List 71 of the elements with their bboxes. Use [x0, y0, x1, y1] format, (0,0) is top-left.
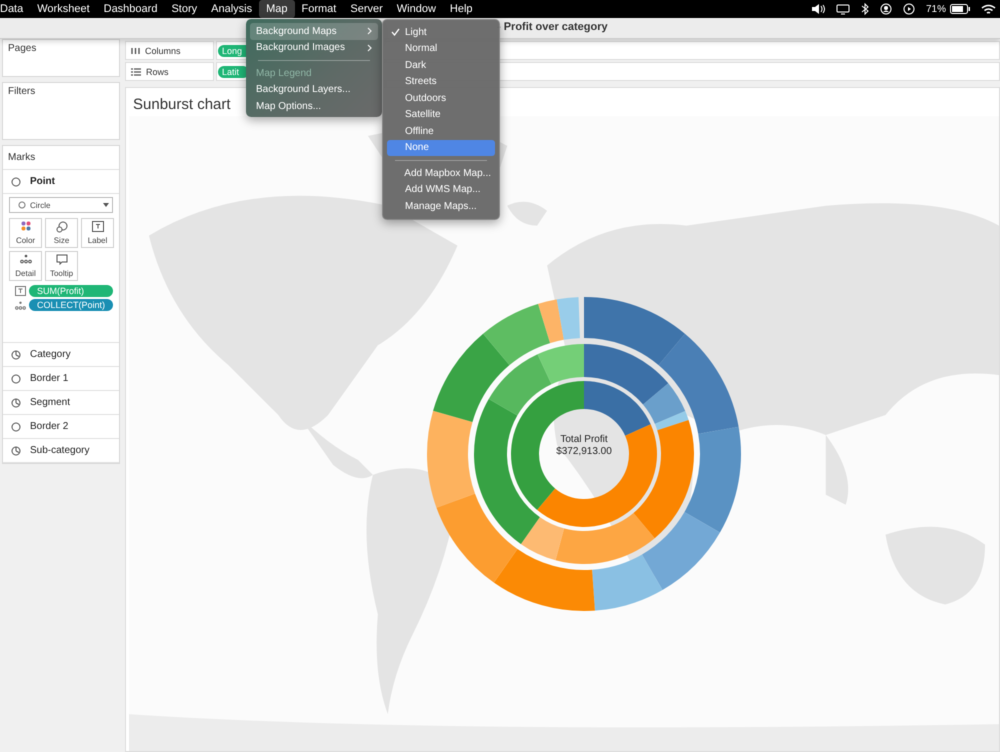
menu-bar-item[interactable]: Dashboard — [96, 0, 164, 18]
card-label: Pages — [7, 42, 38, 56]
volume-icon[interactable] — [810, 4, 825, 14]
menu-bar-item[interactable]: Window — [390, 0, 443, 18]
sheet-title: Sunburst chart — [132, 95, 231, 115]
menu-item[interactable]: Add Mapbox Map... — [387, 165, 495, 182]
display-icon[interactable] — [836, 4, 850, 14]
rows-icon — [131, 68, 141, 76]
wifi-icon[interactable] — [981, 4, 996, 14]
marks-button[interactable]: Size — [45, 218, 78, 248]
menu-bar-item[interactable]: Worksheet — [30, 0, 97, 18]
marks-button[interactable]: Color — [9, 218, 42, 248]
battery-percent: 71% — [926, 4, 946, 14]
menu-item[interactable]: Streets — [387, 74, 495, 90]
marks-layer[interactable]: Category — [3, 343, 119, 367]
card-label: Marks — [7, 151, 36, 165]
menu-item[interactable]: Map Options... — [250, 98, 378, 114]
menu-item[interactable]: None — [387, 140, 495, 156]
label-icon — [15, 286, 26, 296]
menu-item[interactable]: Offline — [387, 123, 495, 140]
mark-shape-dropdown[interactable]: Circle — [9, 197, 113, 213]
marks-layer[interactable]: Sub-category — [3, 439, 119, 463]
marks-button[interactable]: Detail — [9, 251, 42, 281]
battery-icon[interactable] — [950, 4, 970, 14]
marks-layer[interactable]: Border 2 — [3, 415, 119, 439]
columns-icon — [131, 46, 140, 54]
marks-layer[interactable]: Segment — [3, 391, 119, 415]
marks-button[interactable]: Label — [81, 218, 114, 248]
menu-item[interactable]: Satellite — [387, 106, 495, 123]
tooltip-icon — [56, 254, 68, 265]
shelf-label: Columns — [125, 41, 214, 60]
menu-item[interactable]: Background Layers... — [250, 82, 378, 98]
menu-item[interactable]: Outdoors — [387, 90, 495, 106]
menu-item[interactable]: Normal — [387, 40, 495, 57]
detail-icon — [20, 254, 32, 264]
bluetooth-icon[interactable] — [860, 3, 869, 15]
detail-icon — [15, 300, 26, 310]
menu-item[interactable]: Background Images — [250, 40, 378, 56]
play-icon[interactable] — [902, 3, 915, 15]
marks-layer[interactable]: Border 1 — [3, 367, 119, 391]
circle-icon — [11, 176, 21, 186]
pie-icon — [11, 350, 21, 360]
color-dots-icon — [20, 221, 30, 231]
menu-bar-item[interactable]: Format — [294, 0, 344, 18]
menu-item[interactable]: Background Maps — [250, 23, 378, 40]
marks-button[interactable]: Tooltip — [45, 251, 78, 281]
caret-icon — [103, 203, 109, 207]
chart-center-title: Total Profit — [560, 434, 608, 445]
size-icon — [56, 221, 68, 233]
circle-icon — [11, 422, 21, 432]
menu-bar-item[interactable]: Server — [343, 0, 390, 18]
chart-center-value: $372,913.00 — [556, 446, 612, 457]
pie-icon — [11, 446, 21, 456]
menu-item[interactable]: Add WMS Map... — [387, 182, 495, 198]
menu-bar-item[interactable]: Analysis — [204, 0, 260, 18]
field-pill[interactable]: COLLECT(Point) — [28, 299, 113, 311]
circle-icon — [18, 201, 26, 209]
menu-bar-item[interactable]: Data — [0, 0, 30, 18]
menu-bar-item[interactable]: Map — [259, 0, 295, 18]
menu-item[interactable]: Light — [387, 24, 495, 40]
pie-icon — [11, 398, 21, 408]
menu-bar-item[interactable]: Help — [442, 0, 480, 18]
shelf-label: Rows — [125, 62, 214, 81]
user-icon[interactable] — [880, 3, 892, 15]
menu-item[interactable]: Dark — [387, 57, 495, 74]
mark-type-label[interactable]: Point — [30, 176, 55, 187]
label-icon — [92, 221, 104, 232]
menu-item[interactable]: Manage Maps... — [387, 198, 495, 214]
menu-bar-item[interactable]: Story — [164, 0, 204, 18]
card-label: Filters — [7, 85, 36, 99]
circle-icon — [11, 374, 21, 384]
